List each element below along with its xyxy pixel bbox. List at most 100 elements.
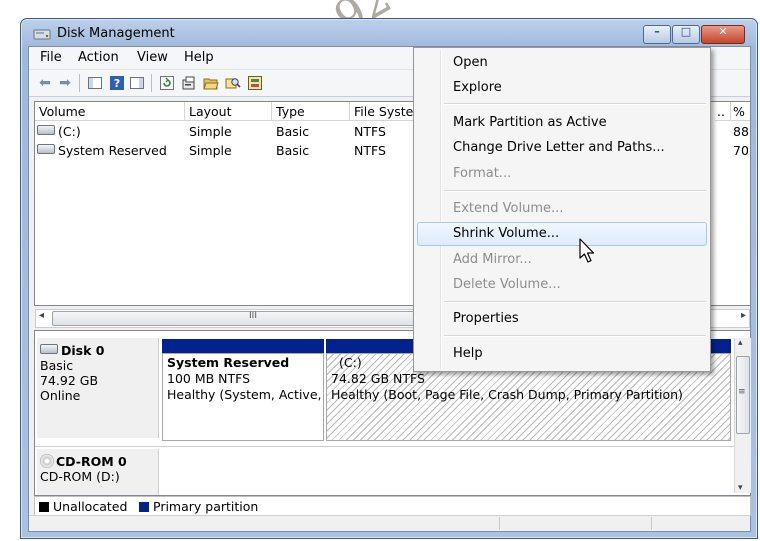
volume-name: (C:): [58, 124, 81, 139]
legend-swatch: [39, 502, 49, 512]
menu-item-change-drive-letter[interactable]: Change Drive Letter and Paths...: [453, 140, 665, 155]
status-divider: [499, 517, 500, 530]
scroll-right-icon[interactable]: ▸: [741, 310, 746, 321]
type-cell: Basic: [276, 124, 310, 139]
disk-0-name: Disk 0: [61, 343, 105, 358]
open-folder-icon[interactable]: [203, 75, 219, 91]
cdrom-0-label[interactable]: CD-ROM 0 CD-ROM (D:): [37, 449, 159, 495]
menu-separator: [444, 335, 706, 337]
partition-name: System Reserved: [167, 355, 290, 370]
menu-help[interactable]: Help: [184, 50, 214, 65]
legend-primary-partition: Primary partition: [139, 499, 258, 514]
back-icon[interactable]: ⬅: [37, 75, 53, 91]
layout-cell: Simple: [189, 124, 232, 139]
menu-gutter: [440, 50, 442, 369]
legend-unallocated: Unallocated: [39, 499, 127, 514]
column-header-type[interactable]: Type: [272, 102, 350, 121]
drive-icon: [37, 125, 55, 135]
column-header-hidden[interactable]: ..: [715, 102, 731, 121]
volume-cell: (C:): [37, 124, 81, 139]
show-pane-icon[interactable]: [129, 75, 145, 91]
percent-free-cell: 70: [733, 143, 749, 158]
menu-item-explore[interactable]: Explore: [453, 80, 502, 95]
menu-item-properties[interactable]: Properties: [453, 311, 519, 326]
maximize-button[interactable]: □: [672, 25, 700, 44]
menu-item-add-mirror[interactable]: Add Mirror...: [453, 252, 532, 267]
volume-name: System Reserved: [58, 143, 167, 158]
partition-status: Healthy (System, Active,: [167, 387, 322, 402]
cdrom-0-type: CD-ROM (D:): [40, 469, 120, 484]
toolbar-separator: [79, 74, 80, 92]
scroll-left-icon[interactable]: ◂: [39, 310, 44, 321]
filesystem-cell: NTFS: [354, 143, 386, 158]
legend-label: Unallocated: [53, 499, 128, 514]
disk-management-icon: [33, 29, 51, 40]
partition-header-bar: [162, 339, 324, 353]
menu-item-delete-volume[interactable]: Delete Volume...: [453, 277, 561, 292]
refresh-icon[interactable]: [159, 75, 175, 91]
percent-free-cell: 88: [733, 124, 749, 139]
search-icon[interactable]: [225, 75, 241, 91]
forward-icon[interactable]: ➡: [57, 75, 73, 91]
cdrom-0-name-row: CD-ROM 0: [40, 454, 158, 469]
type-cell: Basic: [276, 143, 310, 158]
settings-icon[interactable]: [247, 75, 263, 91]
menu-item-shrink-volume[interactable]: Shrink Volume...: [453, 226, 559, 241]
scrollbar-thumb[interactable]: III: [52, 311, 454, 326]
disk-icon: [40, 344, 58, 354]
cdrom-0-name: CD-ROM 0: [56, 454, 127, 469]
menu-item-mark-active[interactable]: Mark Partition as Active: [453, 115, 607, 130]
menu-view[interactable]: View: [137, 50, 168, 65]
disk-0-size: 74.92 GB: [40, 373, 99, 388]
maximize-icon: □: [680, 25, 692, 38]
window-title: Disk Management: [57, 26, 175, 41]
help-icon[interactable]: ?: [109, 75, 125, 91]
column-header-volume[interactable]: Volume: [35, 102, 185, 121]
menu-item-format[interactable]: Format...: [453, 166, 511, 181]
filesystem-cell: NTFS: [354, 124, 386, 139]
menu-item-open[interactable]: Open: [453, 55, 488, 70]
close-button[interactable]: ✕: [701, 25, 745, 44]
console-tree-icon[interactable]: [87, 75, 103, 91]
minimize-button[interactable]: –: [643, 25, 671, 44]
svg-text:?: ?: [114, 77, 120, 90]
properties-icon[interactable]: [181, 75, 197, 91]
disk-0-name-row: Disk 0: [40, 343, 158, 358]
scroll-up-icon[interactable]: ▴: [738, 338, 743, 348]
context-menu: Open Explore Mark Partition as Active Ch…: [413, 47, 711, 372]
menu-item-help[interactable]: Help: [453, 346, 483, 361]
minimize-icon: –: [654, 25, 660, 38]
vertical-scrollbar[interactable]: ▴ ≡ ▾: [734, 338, 751, 493]
disk-0-status: Online: [40, 388, 81, 403]
close-icon: ✕: [718, 25, 728, 38]
status-bar: [29, 515, 750, 531]
drive-icon: [37, 144, 55, 154]
disk-divider: [35, 446, 750, 447]
scroll-down-icon[interactable]: ▾: [738, 483, 743, 493]
column-header-percent-free[interactable]: % F: [731, 102, 750, 121]
partition-size: 100 MB NTFS: [167, 371, 251, 386]
menu-separator: [444, 190, 706, 192]
toolbar-separator: [151, 74, 152, 92]
cdrom-icon: [40, 454, 54, 468]
status-divider: [651, 517, 652, 530]
legend-label: Primary partition: [153, 499, 259, 514]
disk-0-type: Basic: [40, 358, 74, 373]
layout-cell: Simple: [189, 143, 232, 158]
legend-swatch: [139, 502, 149, 512]
vertical-scrollbar-thumb[interactable]: ≡: [736, 356, 750, 434]
scrollbar-grip-icon: ≡: [738, 387, 746, 397]
partition-size: 74.82 GB NTFS: [331, 371, 425, 386]
volume-cell: System Reserved: [37, 143, 167, 158]
menu-action[interactable]: Action: [78, 50, 119, 65]
menu-separator: [444, 103, 706, 105]
partition-system-reserved[interactable]: System Reserved 100 MB NTFS Healthy (Sys…: [162, 353, 324, 441]
partition-status: Healthy (Boot, Page File, Crash Dump, Pr…: [331, 387, 683, 402]
legend: Unallocated Primary partition: [34, 496, 751, 516]
column-header-layout[interactable]: Layout: [185, 102, 272, 121]
menu-file[interactable]: File: [40, 50, 62, 65]
mouse-cursor-icon: [579, 238, 595, 263]
menu-separator: [444, 301, 706, 303]
menu-item-extend-volume[interactable]: Extend Volume...: [453, 201, 563, 216]
disk-0-label[interactable]: Disk 0 Basic 74.92 GB Online: [37, 338, 159, 438]
